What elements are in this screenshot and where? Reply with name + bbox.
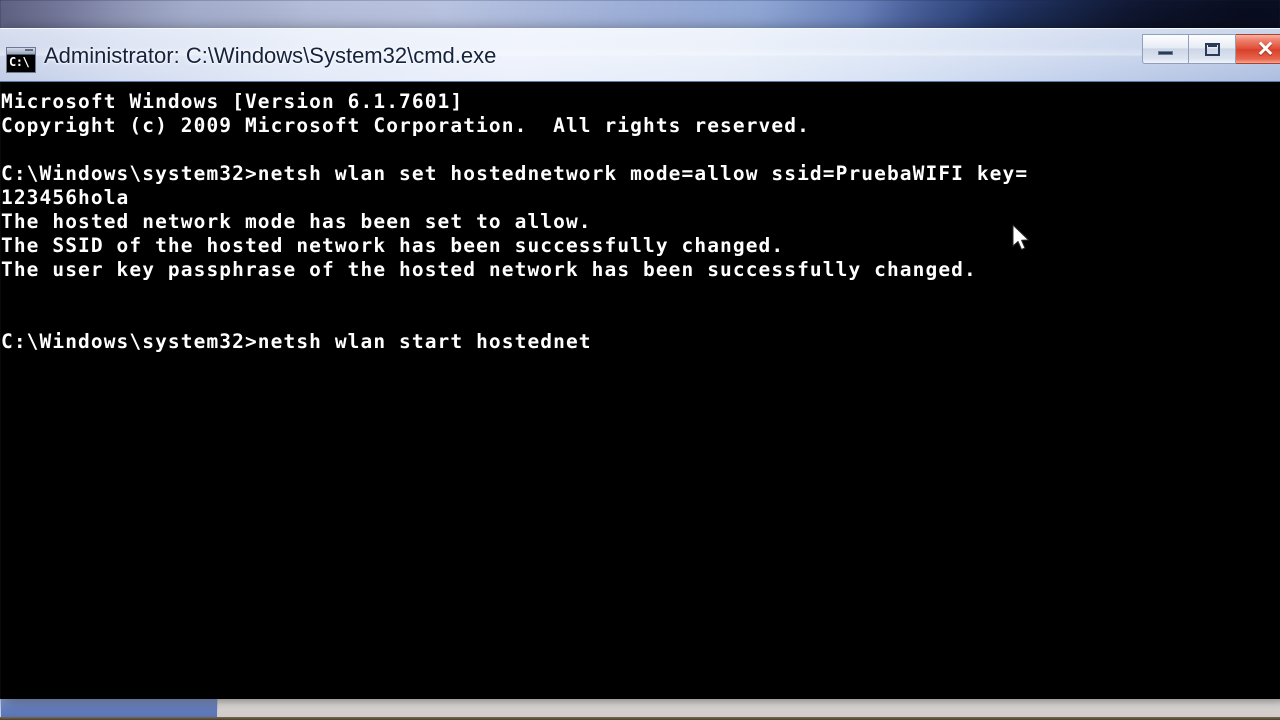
close-button[interactable]: ✕ — [1236, 34, 1280, 64]
minimize-icon — [1158, 51, 1173, 55]
console-text: Microsoft Windows [Version 6.1.7601] Cop… — [1, 90, 1029, 353]
minimize-button[interactable] — [1142, 34, 1189, 64]
close-icon: ✕ — [1256, 37, 1275, 61]
console-output-area[interactable]: Microsoft Windows [Version 6.1.7601] Cop… — [0, 82, 1280, 699]
taskbar[interactable] — [0, 696, 1280, 720]
maximize-button[interactable] — [1189, 34, 1236, 64]
screen: C:\ Administrator: C:\Windows\System32\c… — [0, 0, 1280, 720]
cmd-console-icon: C:\ — [6, 47, 36, 73]
window-title: Administrator: C:\Windows\System32\cmd.e… — [44, 43, 497, 68]
cmd-icon-titlebar — [7, 48, 35, 55]
maximize-icon — [1204, 42, 1220, 56]
window-controls: ✕ — [1142, 34, 1280, 64]
window-titlebar[interactable]: C:\ Administrator: C:\Windows\System32\c… — [0, 28, 1280, 82]
taskbar-item-cmd[interactable] — [0, 698, 218, 719]
cmd-window[interactable]: C:\ Administrator: C:\Windows\System32\c… — [0, 28, 1280, 699]
cmd-icon-label: C:\ — [9, 55, 30, 69]
